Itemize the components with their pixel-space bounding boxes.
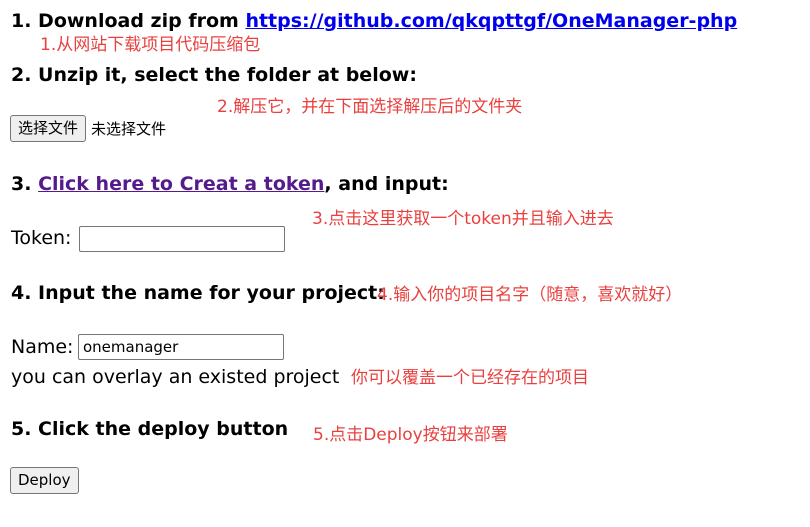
- step4-note: 4.输入你的项目名字（随意，喜欢就好）: [377, 285, 683, 305]
- step1-prefix: 1. Download zip from: [11, 10, 246, 32]
- token-input[interactable]: [79, 226, 285, 252]
- step5-heading: 5. Click the deploy button: [11, 418, 289, 440]
- github-repo-link[interactable]: https://github.com/qkqpttgf/OneManager-p…: [245, 10, 737, 32]
- name-label: Name:: [11, 336, 74, 358]
- project-name-input[interactable]: [78, 334, 284, 360]
- file-status: 未选择文件: [91, 120, 167, 138]
- token-label: Token:: [11, 227, 72, 249]
- step2-heading: 2. Unzip it, select the folder at below:: [11, 64, 417, 86]
- step5-note: 5.点击Deploy按钮来部署: [313, 425, 508, 445]
- create-token-link[interactable]: Click here to Creat a token: [38, 173, 324, 195]
- overlay-text: you can overlay an existed project: [11, 366, 340, 388]
- step3-suffix: , and input:: [324, 173, 449, 195]
- choose-file-button[interactable]: 选择文件: [10, 115, 87, 142]
- file-picker: 选择文件 未选择文件: [10, 115, 166, 142]
- step1-note: 1.从网站下载项目代码压缩包: [40, 35, 261, 55]
- step3-note: 3.点击这里获取一个token并且输入进去: [312, 209, 614, 229]
- step3-heading: 3. Click here to Creat a token, and inpu…: [11, 173, 449, 195]
- overlay-note: 你可以覆盖一个已经存在的项目: [351, 368, 589, 388]
- deploy-button[interactable]: Deploy: [10, 467, 79, 494]
- step1-heading: 1. Download zip from https://github.com/…: [11, 10, 737, 32]
- step3-prefix: 3.: [11, 173, 39, 195]
- step2-note: 2.解压它，并在下面选择解压后的文件夹: [217, 97, 523, 117]
- step4-heading: 4. Input the name for your project:: [11, 282, 385, 304]
